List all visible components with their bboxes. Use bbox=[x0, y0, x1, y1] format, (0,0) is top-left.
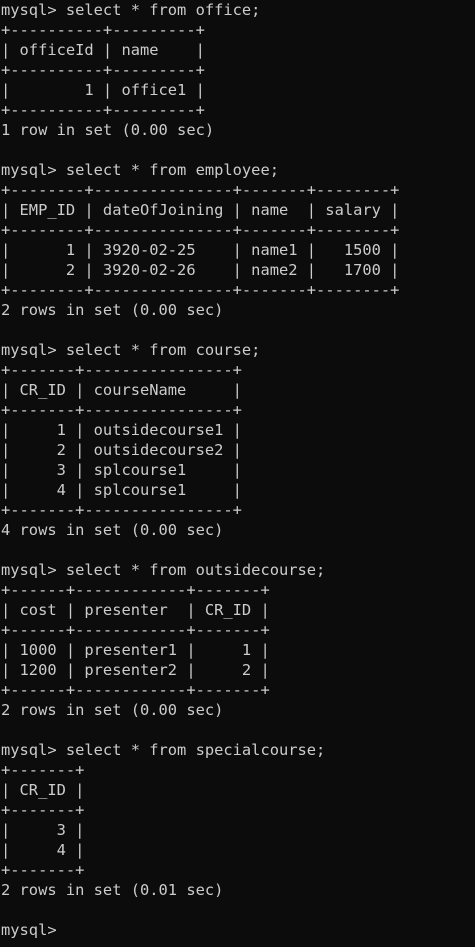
table-row: | 1 | office1 | bbox=[1, 81, 205, 99]
table-border: +----------+---------+ bbox=[1, 101, 205, 119]
command-line: mysql> select * from specialcourse; bbox=[1, 741, 326, 759]
table-border: +----------+---------+ bbox=[1, 21, 205, 39]
command-line: mysql> select * from office; bbox=[1, 1, 261, 19]
table-border: +----------+---------+ bbox=[1, 61, 205, 79]
table-row: | 1200 | presenter2 | 2 | bbox=[1, 661, 270, 679]
result-summary: 2 rows in set (0.00 sec) bbox=[1, 701, 224, 719]
table-row: | EMP_ID | dateOfJoining | name | salary… bbox=[1, 201, 400, 219]
result-summary: 4 rows in set (0.00 sec) bbox=[1, 521, 224, 539]
command-line: mysql> select * from course; bbox=[1, 341, 261, 359]
table-row: | 3 | bbox=[1, 821, 85, 839]
table-border: +-------+ bbox=[1, 801, 85, 819]
command-line: mysql> select * from employee; bbox=[1, 161, 279, 179]
table-row: | 4 | splcourse1 | bbox=[1, 481, 242, 499]
table-border: +--------+---------------+-------+------… bbox=[1, 181, 400, 199]
table-border: +------+------------+-------+ bbox=[1, 681, 270, 699]
table-border: +-------+ bbox=[1, 761, 85, 779]
table-row: | CR_ID | courseName | bbox=[1, 381, 242, 399]
table-row: | 2 | 3920-02-26 | name2 | 1700 | bbox=[1, 261, 400, 279]
table-border: +------+------------+-------+ bbox=[1, 621, 270, 639]
table-border: +-------+----------------+ bbox=[1, 501, 242, 519]
result-summary: 2 rows in set (0.01 sec) bbox=[1, 881, 224, 899]
table-row: | CR_ID | bbox=[1, 781, 85, 799]
table-row: | 2 | outsidecourse2 | bbox=[1, 441, 242, 459]
table-row: | 1 | outsidecourse1 | bbox=[1, 421, 242, 439]
table-border: +--------+---------------+-------+------… bbox=[1, 281, 400, 299]
result-summary: 1 row in set (0.00 sec) bbox=[1, 121, 215, 139]
table-row: | 1 | 3920-02-25 | name1 | 1500 | bbox=[1, 241, 400, 259]
table-row: | 1000 | presenter1 | 1 | bbox=[1, 641, 270, 659]
table-border: +--------+---------------+-------+------… bbox=[1, 221, 400, 239]
table-border: +-------+----------------+ bbox=[1, 401, 242, 419]
table-border: +------+------------+-------+ bbox=[1, 581, 270, 599]
command-prompt[interactable]: mysql> bbox=[1, 920, 475, 940]
table-row: | officeId | name | bbox=[1, 41, 205, 59]
terminal-window[interactable]: mysql> select * from office; +----------+… bbox=[0, 0, 475, 947]
result-summary: 2 rows in set (0.00 sec) bbox=[1, 301, 224, 319]
command-line: mysql> select * from outsidecourse; bbox=[1, 561, 326, 579]
table-row: | 3 | splcourse1 | bbox=[1, 461, 242, 479]
table-border: +-------+ bbox=[1, 861, 85, 879]
table-row: | 4 | bbox=[1, 841, 85, 859]
table-border: +-------+----------------+ bbox=[1, 361, 242, 379]
table-row: | cost | presenter | CR_ID | bbox=[1, 601, 270, 619]
